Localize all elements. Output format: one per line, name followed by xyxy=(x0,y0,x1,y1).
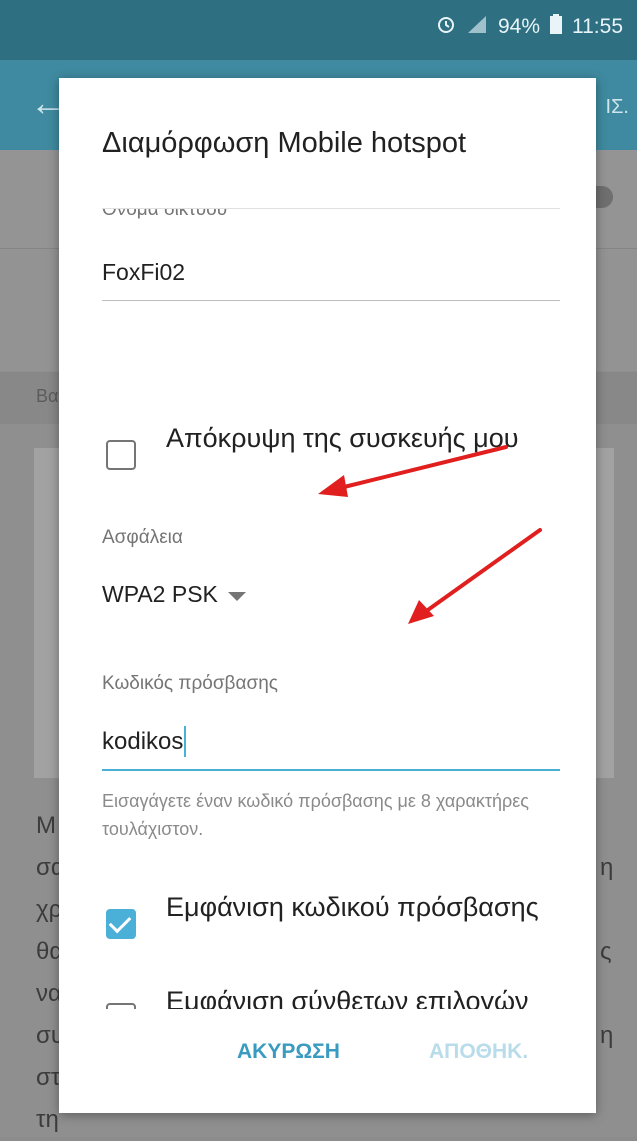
password-value: kodikos xyxy=(102,727,184,755)
dialog-scroll-area[interactable]: Όνομα δικτύου FoxFi02 Απόκρυψη της συσκε… xyxy=(59,209,596,1009)
network-name-underline xyxy=(102,300,560,301)
dialog-title: Διαμόρφωση Mobile hotspot xyxy=(102,127,467,159)
show-password-checkbox[interactable] xyxy=(106,909,136,939)
security-dropdown[interactable]: WPA2 PSK xyxy=(102,581,246,608)
status-icons: 94% 11:55 xyxy=(436,14,623,40)
save-button[interactable]: ΑΠΟΘΗΚ. xyxy=(429,1040,528,1064)
status-bar: 94% 11:55 xyxy=(0,0,637,60)
dropdown-triangle-icon xyxy=(227,591,246,601)
hide-device-label[interactable]: Απόκρυψη της συσκευής μου xyxy=(166,419,546,458)
hide-device-checkbox[interactable] xyxy=(106,440,136,470)
password-label: Κωδικός πρόσβασης xyxy=(102,673,278,694)
status-time: 11:55 xyxy=(572,15,623,38)
cancel-button[interactable]: ΑΚΥΡΩΣΗ xyxy=(237,1040,340,1064)
background-section-label: Βα xyxy=(36,386,59,406)
password-underline xyxy=(102,769,560,771)
background-text-line xyxy=(600,889,613,931)
signal-icon xyxy=(466,14,488,40)
background-text-line: ς xyxy=(600,938,612,965)
background-text-line xyxy=(600,973,613,1015)
show-advanced-label[interactable]: Εμφάνιση σύνθετων επιλογών xyxy=(166,982,546,1009)
password-hint: Εισαγάγετε έναν κωδικό πρόσβασης με 8 χα… xyxy=(102,791,529,839)
background-text-line: η xyxy=(600,854,614,881)
show-advanced-checkbox[interactable] xyxy=(106,1003,136,1009)
background-text-right: η ς η xyxy=(600,847,613,1057)
show-password-label[interactable]: Εμφάνιση κωδικού πρόσβασης xyxy=(166,888,546,927)
background-text-line: η xyxy=(600,1022,614,1049)
dialog-actions: ΑΚΥΡΩΣΗ ΑΠΟΘΗΚ. xyxy=(59,1028,596,1088)
hotspot-config-dialog: Διαμόρφωση Mobile hotspot Όνομα δικτύου … xyxy=(59,78,596,1113)
network-name-label: Όνομα δικτύου xyxy=(102,209,228,220)
security-label: Ασφάλεια xyxy=(102,527,183,548)
text-cursor xyxy=(184,726,187,757)
security-value: WPA2 PSK xyxy=(102,581,218,607)
battery-percent: 94% xyxy=(497,15,540,38)
alarm-clock-icon xyxy=(436,14,456,40)
network-name-field[interactable]: FoxFi02 xyxy=(102,259,185,286)
password-input[interactable]: kodikos xyxy=(102,726,187,757)
app-bar-action-text: ΙΣ. xyxy=(605,96,629,118)
battery-icon xyxy=(550,14,562,40)
